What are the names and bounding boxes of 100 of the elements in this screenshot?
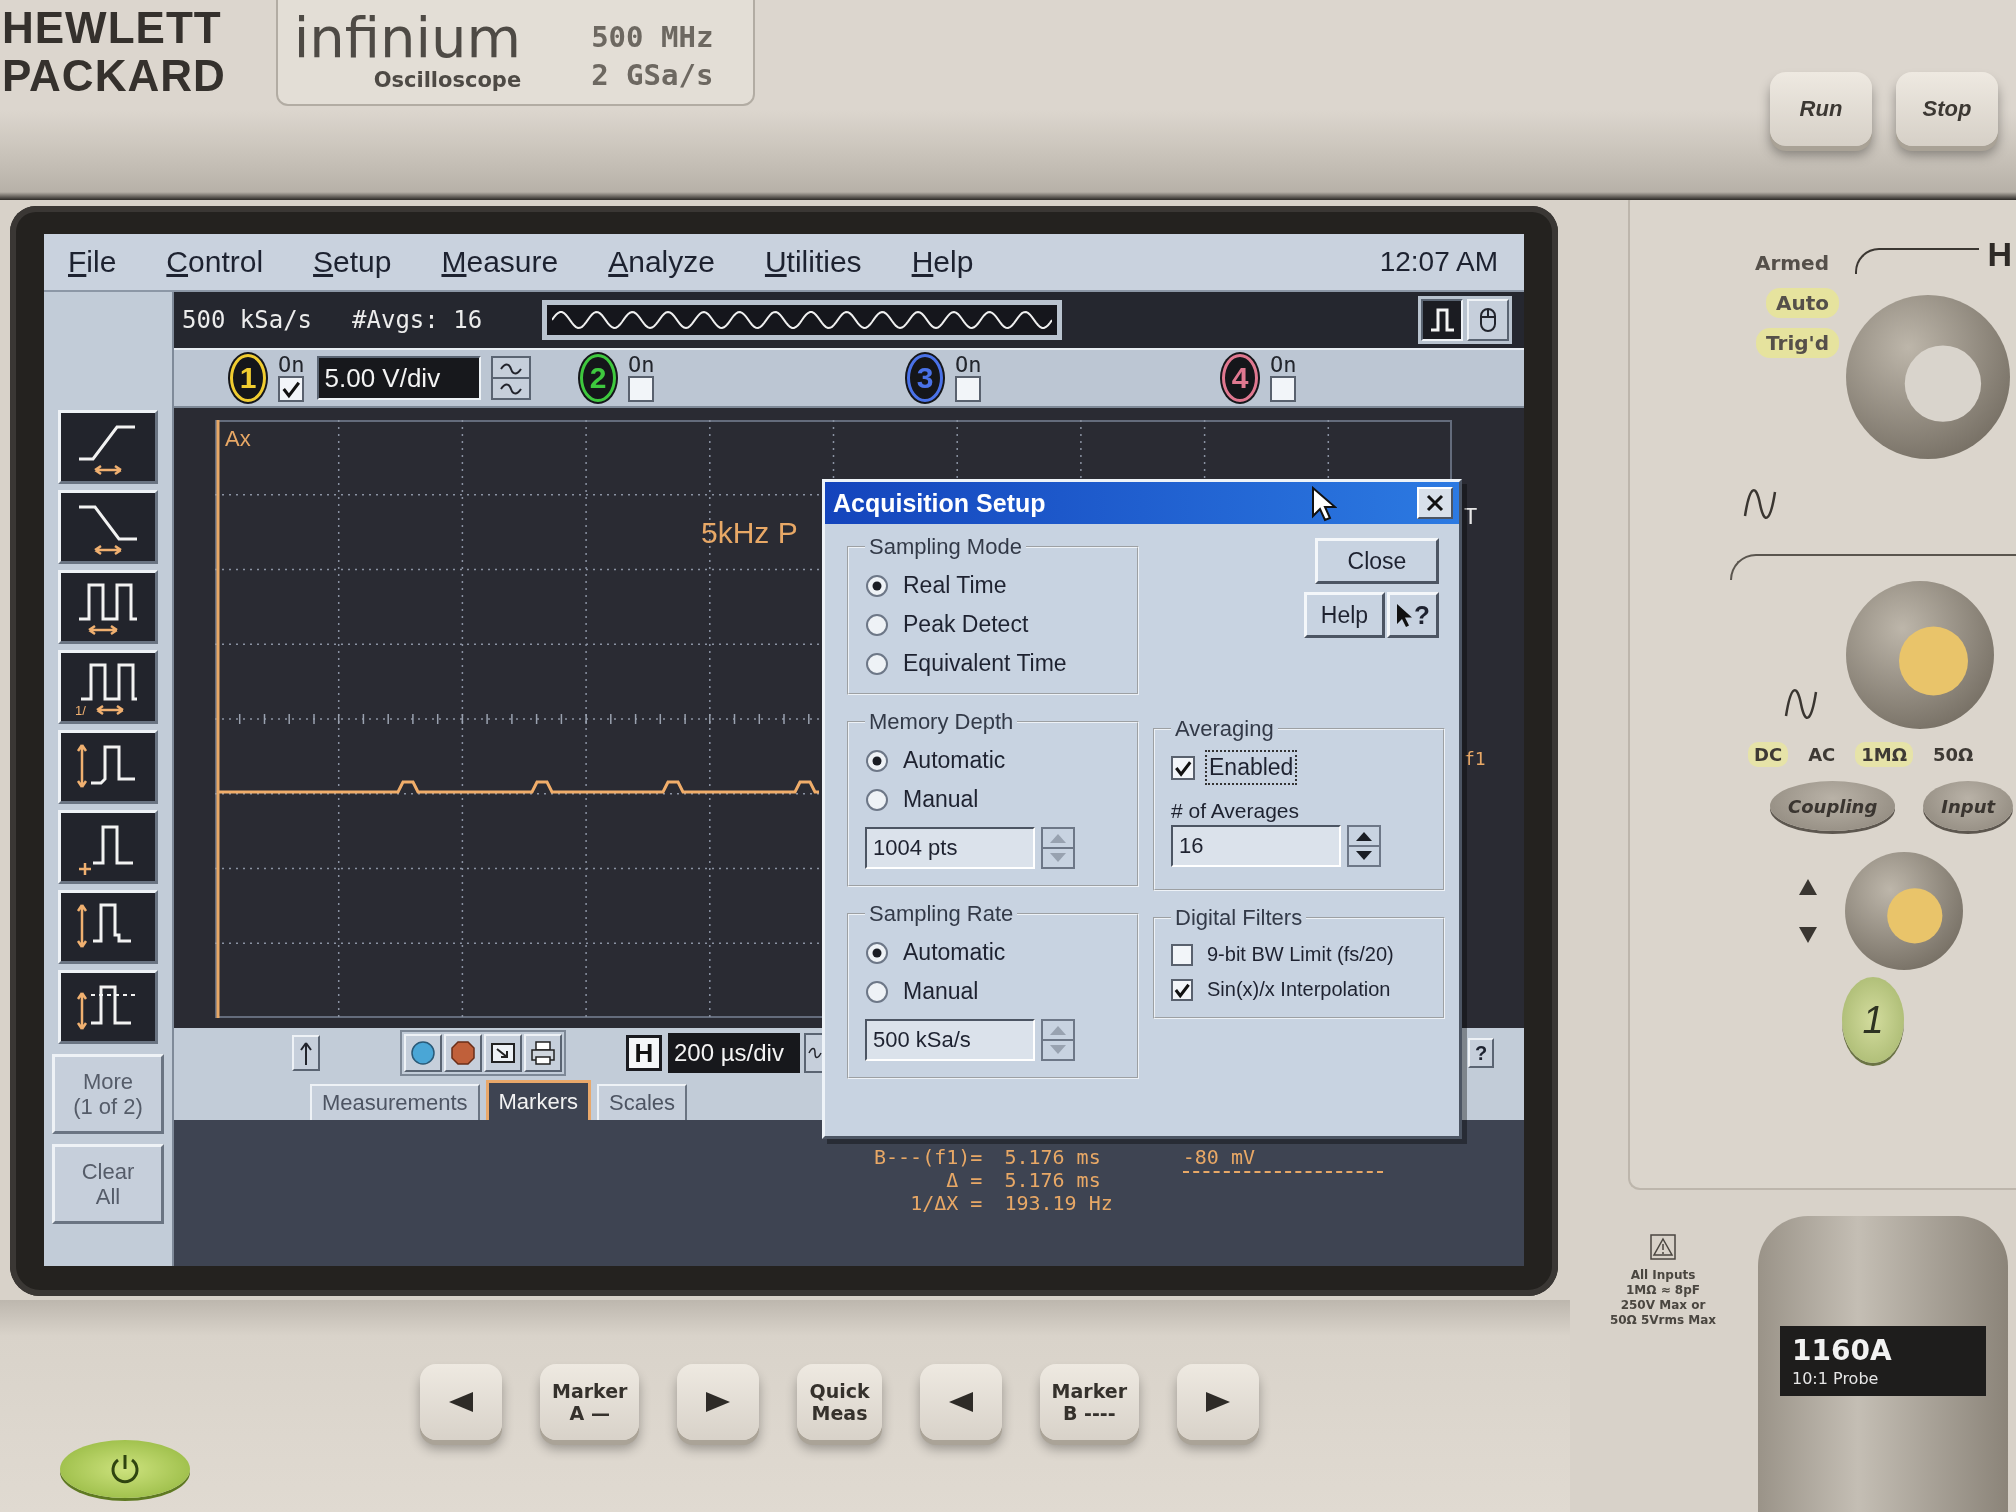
measure-tool-button[interactable] — [58, 890, 158, 964]
option-light: AC — [1807, 743, 1837, 767]
on-label: On — [628, 354, 655, 376]
option-label: Equivalent Time — [903, 650, 1067, 677]
group-title: Memory Depth — [868, 709, 1015, 735]
measure-tool-button[interactable]: 1/ — [58, 650, 158, 724]
option-label: 9-bit BW Limit (fs/20) — [1207, 943, 1394, 966]
view-toggle-button[interactable] — [1421, 299, 1463, 341]
marker-label: f1 — [1464, 748, 1486, 769]
close-button[interactable] — [1417, 487, 1453, 519]
measure-tool-button[interactable] — [58, 810, 158, 884]
checkbox[interactable] — [1171, 755, 1195, 780]
group-title: Sampling Rate — [868, 901, 1015, 927]
status-light: Armed — [1753, 250, 1830, 277]
option-label: Manual — [903, 786, 979, 813]
dialog-button[interactable]: Help — [1303, 592, 1386, 638]
dialog-button[interactable]: Close — [1315, 538, 1439, 584]
number-field[interactable]: 16 — [1171, 825, 1341, 867]
scale-field[interactable]: 5.00 V/div — [316, 356, 481, 400]
group-title: Averaging — [1174, 716, 1275, 742]
field-label: # of Averages — [1171, 799, 1301, 823]
left-triangle-icon[interactable] — [447, 1390, 475, 1414]
radio-button[interactable] — [865, 612, 889, 637]
channel-badge[interactable]: 4 — [1222, 354, 1258, 402]
mouse-pointer-icon — [1311, 486, 1337, 522]
context-help-button[interactable]: ? — [1387, 592, 1439, 638]
front-panel-key[interactable]: Coupling — [1770, 781, 1896, 831]
brand-name: HEWLETT — [2, 4, 223, 52]
side-menu-button[interactable]: More (1 of 2) — [52, 1054, 164, 1134]
readout-value: 5.176 ms — [1004, 1169, 1102, 1192]
menu-item[interactable]: Setup — [313, 245, 392, 279]
close-icon[interactable] — [1426, 494, 1444, 512]
option-label: Real Time — [903, 572, 1007, 599]
channel-checkbox[interactable] — [1270, 376, 1297, 402]
measure-tool-button[interactable] — [58, 410, 158, 484]
measure-tool-button[interactable] — [58, 730, 158, 804]
readout-label: Δ = — [945, 1169, 983, 1192]
warning-icon — [1650, 1234, 1676, 1260]
up-arrow-icon[interactable] — [298, 1041, 314, 1065]
spec-text: 2 GSa/s — [591, 58, 714, 92]
sample-rate-text: 500 kSa/s — [182, 306, 313, 334]
menu-item[interactable]: Measure — [441, 245, 559, 279]
marker-label: Ax — [225, 426, 251, 452]
timebase-field[interactable]: 200 µs/div — [668, 1033, 800, 1073]
rotary-knob[interactable] — [1845, 580, 1995, 730]
scroll-up-button[interactable] — [292, 1035, 320, 1071]
tab[interactable]: Markers — [485, 1080, 591, 1120]
input-rating-note: All Inputs 1MΩ ≈ 8pF 250V Max or 50Ω 5Vrms Max — [1609, 1268, 1717, 1328]
channel-checkbox[interactable] — [628, 376, 655, 402]
measure-tool-button[interactable] — [58, 970, 158, 1044]
rotary-knob[interactable] — [1844, 851, 1964, 971]
channel-badge[interactable]: 1 — [230, 354, 266, 402]
two-waves-icon[interactable] — [490, 356, 531, 400]
rotary-knob[interactable] — [1845, 294, 2011, 460]
help-button[interactable]: ? — [1468, 1038, 1494, 1068]
radio-button[interactable] — [865, 651, 889, 676]
averages-text: #Avgs: 16 — [352, 306, 483, 334]
option-label: Peak Detect — [903, 611, 1029, 638]
spec-text: 500 MHz — [591, 20, 714, 54]
option-label: Automatic — [903, 939, 1006, 966]
option-light: 1MΩ — [1855, 742, 1914, 767]
readout-value: 193.19 Hz — [1004, 1192, 1113, 1215]
side-menu-button[interactable]: Clear All — [52, 1144, 164, 1224]
section-label: H — [1987, 234, 2012, 274]
channel-badge[interactable]: 3 — [907, 354, 943, 402]
dialog-title: Acquisition Setup — [833, 488, 1046, 518]
front-panel-key[interactable]: Input — [1923, 781, 2014, 831]
readout-label: B---(f1)= — [874, 1146, 983, 1169]
group-title: Digital Filters — [1174, 905, 1304, 931]
brand-name: PACKARD — [2, 52, 226, 100]
down-triangle-icon — [1798, 926, 1818, 944]
tab[interactable]: Measurements — [310, 1084, 480, 1120]
menu-item[interactable]: File — [68, 245, 117, 279]
tab[interactable]: Scales — [596, 1084, 687, 1120]
option-light: DC — [1748, 742, 1789, 767]
horizontal-button[interactable]: H — [626, 1035, 662, 1071]
menu-item[interactable]: Control — [166, 245, 264, 279]
product-subtitle: Oscilloscope — [373, 68, 522, 92]
arrow-pointer-icon[interactable] — [1396, 603, 1413, 627]
menu-item[interactable]: Help — [911, 245, 974, 279]
measure-tool-button[interactable] — [58, 490, 158, 564]
channel-checkbox[interactable] — [955, 376, 982, 402]
channel-key[interactable]: 1 — [1842, 977, 1904, 1063]
menu-item[interactable]: Utilities — [764, 245, 862, 279]
up-down-arrows-icon[interactable] — [1347, 825, 1381, 867]
status-light: Trig'd — [1756, 328, 1839, 358]
up-triangle-icon — [1798, 878, 1818, 896]
sine-wave-icon — [1741, 488, 1778, 520]
checkbox[interactable] — [1171, 978, 1193, 1001]
channel-checkbox[interactable] — [278, 376, 305, 402]
status-light: Auto — [1765, 288, 1839, 318]
checkbox[interactable] — [1171, 943, 1193, 966]
menu-item[interactable]: Analyze — [608, 245, 715, 279]
square-pulse-icon[interactable] — [1428, 306, 1456, 334]
measure-tool-button[interactable] — [58, 570, 158, 644]
channel-badge[interactable]: 2 — [580, 354, 616, 402]
probe-model: 1160A — [1792, 1334, 1893, 1367]
radio-button[interactable] — [865, 573, 889, 598]
readout-value: 5.176 ms — [1004, 1146, 1102, 1169]
option-light: 50Ω — [1932, 743, 1975, 767]
